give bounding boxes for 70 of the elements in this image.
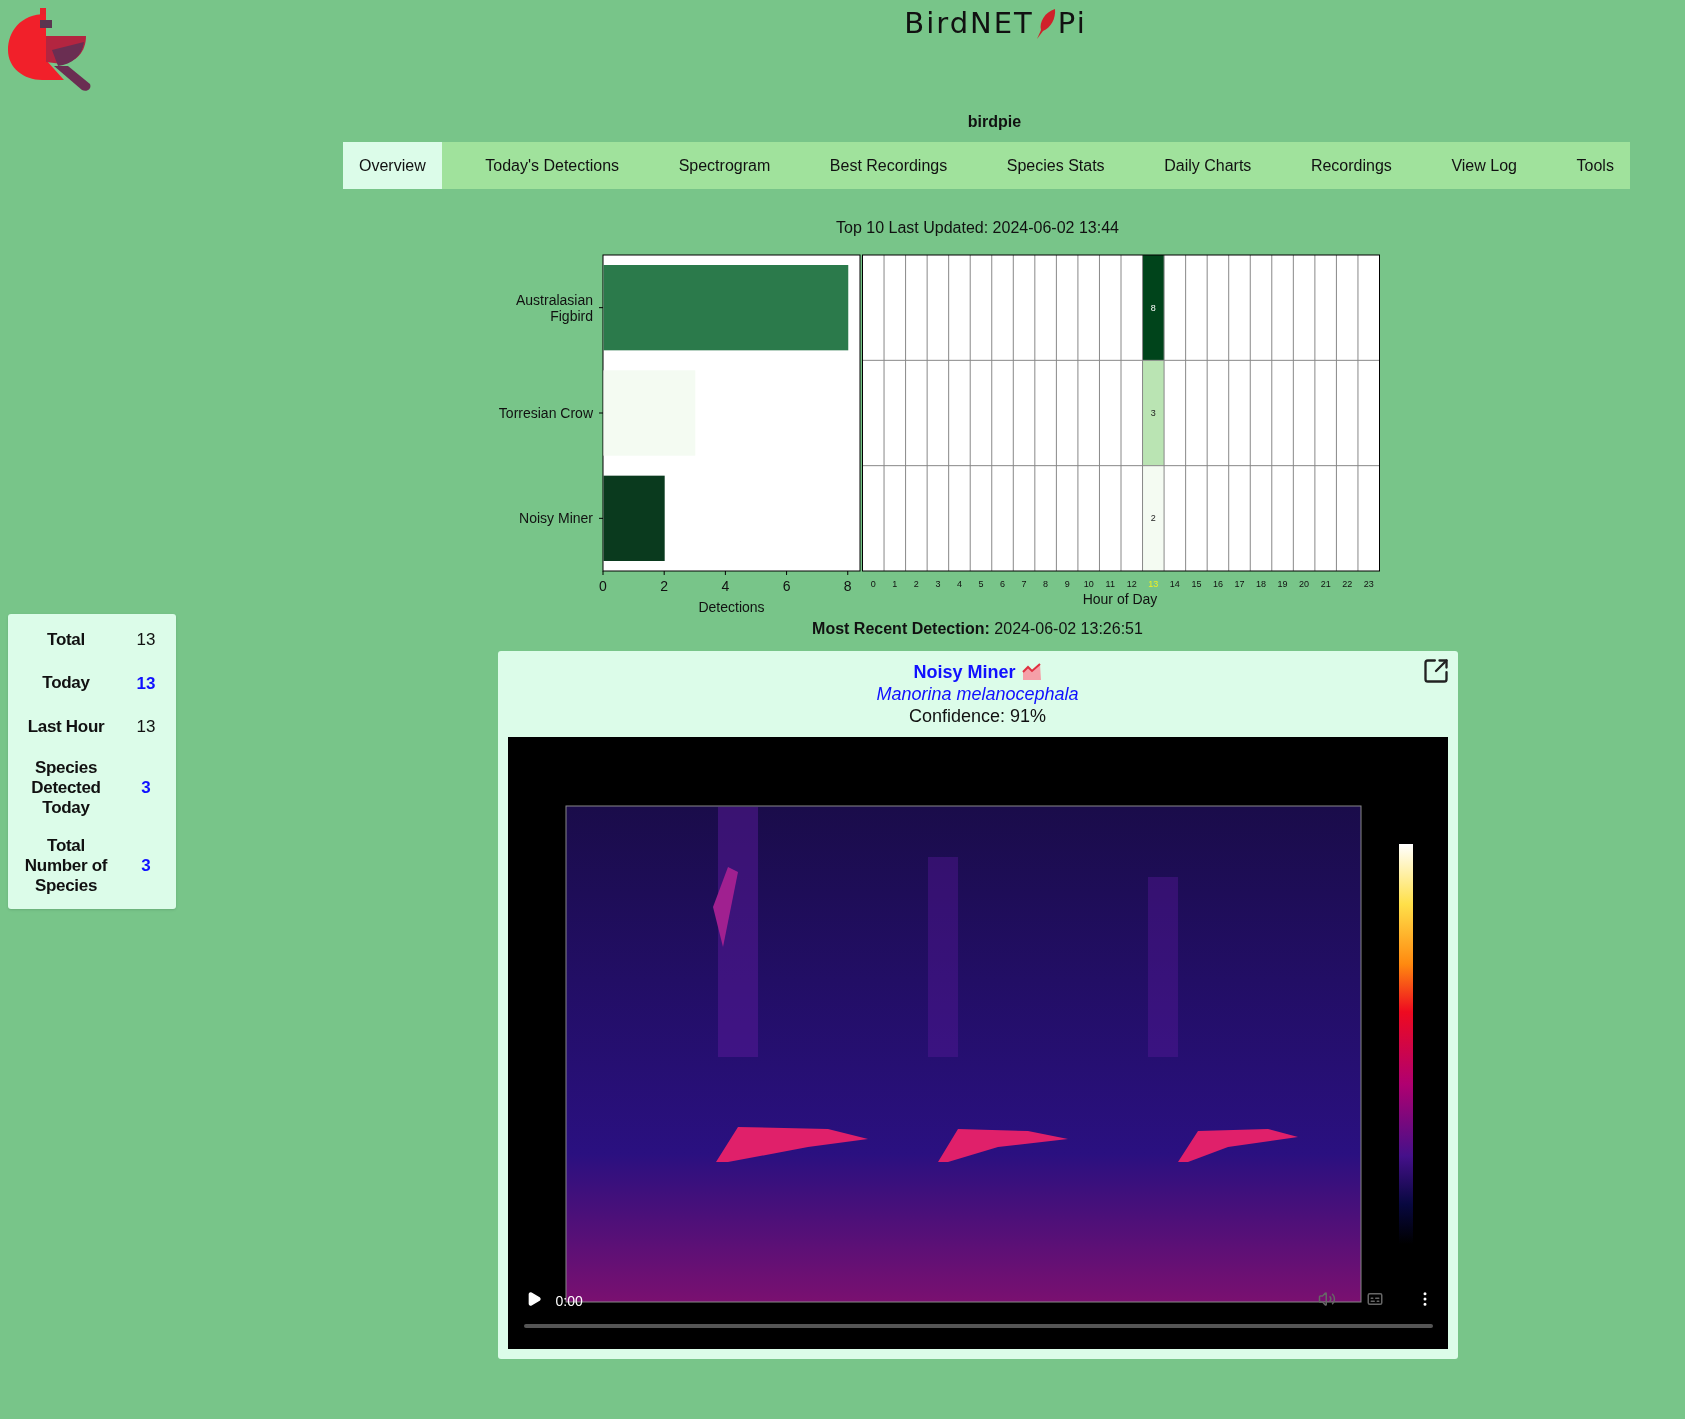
hour-label: 12 (1126, 579, 1137, 589)
nav-tab[interactable]: Best Recordings (813, 142, 964, 189)
tick-label: 8 (843, 578, 852, 594)
hour-label: 14 (1169, 579, 1180, 589)
category-label: Noisy Miner (519, 510, 593, 527)
site-name: birdpie (967, 112, 1022, 132)
hour-label: 1 (892, 579, 898, 589)
stat-value: 13 (135, 629, 157, 651)
hour-label: 15 (1191, 579, 1202, 589)
confidence-text: Confidence: 91% (908, 705, 1047, 727)
hour-label: 5 (978, 579, 984, 589)
stat-value: 13 (135, 716, 157, 738)
app-title: Pi (1057, 5, 1087, 43)
open-external-icon[interactable] (1421, 657, 1450, 685)
tick-label: 2 (660, 578, 669, 594)
category-label: Australasian Figbird (515, 291, 593, 324)
hour-label: 9 (1064, 579, 1070, 589)
cell-value: 2 (1150, 513, 1156, 524)
stat-label: Total Number of Species (23, 835, 109, 896)
nav-tab[interactable]: Overview (343, 142, 442, 189)
nav-tab[interactable]: Spectrogram (662, 142, 787, 189)
nav-tab[interactable]: Daily Charts (1148, 142, 1268, 189)
stat-value[interactable]: 3 (124, 852, 168, 879)
hour-label: 8 (1043, 579, 1049, 589)
hour-label: 6 (1000, 579, 1006, 589)
stat-label: Species Detected Today (30, 757, 102, 818)
nav-tab[interactable]: Species Stats (990, 142, 1121, 189)
axis-title: Hour of Day (1082, 591, 1158, 607)
hour-label: 0 (870, 579, 876, 589)
volume-icon[interactable] (1317, 1290, 1336, 1308)
nav-tab[interactable]: Tools (1560, 142, 1630, 189)
tick-label: 0 (599, 578, 607, 594)
stat-value[interactable]: 13 (124, 670, 168, 696)
nav-tab[interactable]: Today's Detections (469, 142, 636, 189)
hour-label: 10 (1083, 579, 1094, 589)
scientific-name-link[interactable]: Manorina melanocephala (876, 683, 1079, 705)
hour-label: 2 (913, 579, 919, 589)
category-label: Torresian Crow (498, 405, 593, 421)
hour-label: 4 (956, 579, 962, 589)
stat-value[interactable]: 3 (124, 774, 168, 801)
tick-label: 4 (721, 578, 730, 594)
hour-label: 19 (1277, 579, 1288, 589)
hour-label: 20 (1299, 579, 1310, 589)
hour-label: 3 (935, 579, 941, 589)
hour-label: 7 (1021, 579, 1027, 589)
playback-time: 0:00 (555, 1292, 583, 1311)
nav-tab[interactable]: View Log (1435, 142, 1533, 189)
hour-label: 23 (1363, 579, 1374, 589)
progress-track[interactable] (523, 1324, 1433, 1328)
hour-label: 16 (1212, 579, 1223, 589)
hour-label: 18 (1256, 579, 1267, 589)
tick-label: 6 (782, 578, 791, 594)
hour-label: 17 (1234, 579, 1245, 589)
captions-icon[interactable] (1365, 1290, 1384, 1308)
app-title: BirdNET (904, 5, 1034, 43)
stat-label: Total (46, 629, 86, 650)
hour-label: 21 (1320, 579, 1331, 589)
stat-label: Today (41, 673, 91, 694)
cell-value: 8 (1150, 302, 1156, 313)
species-link[interactable]: Noisy Miner (913, 661, 1016, 683)
hour-label: 13 (1148, 579, 1159, 589)
hour-label: 11 (1105, 579, 1115, 589)
axis-title: Detections (698, 599, 765, 615)
hour-label: 22 (1342, 579, 1353, 589)
line-chart-icon[interactable] (1021, 663, 1042, 681)
nav-tab[interactable]: Recordings (1294, 142, 1408, 189)
cell-value: 3 (1150, 408, 1156, 418)
chart-caption: Top 10 Last Updated: 2024-06-02 13:44 (836, 218, 1119, 238)
stat-label: Last Hour (26, 716, 106, 737)
recent-detection: Most Recent Detection: 2024-06-02 13:26:51 (812, 619, 1143, 639)
